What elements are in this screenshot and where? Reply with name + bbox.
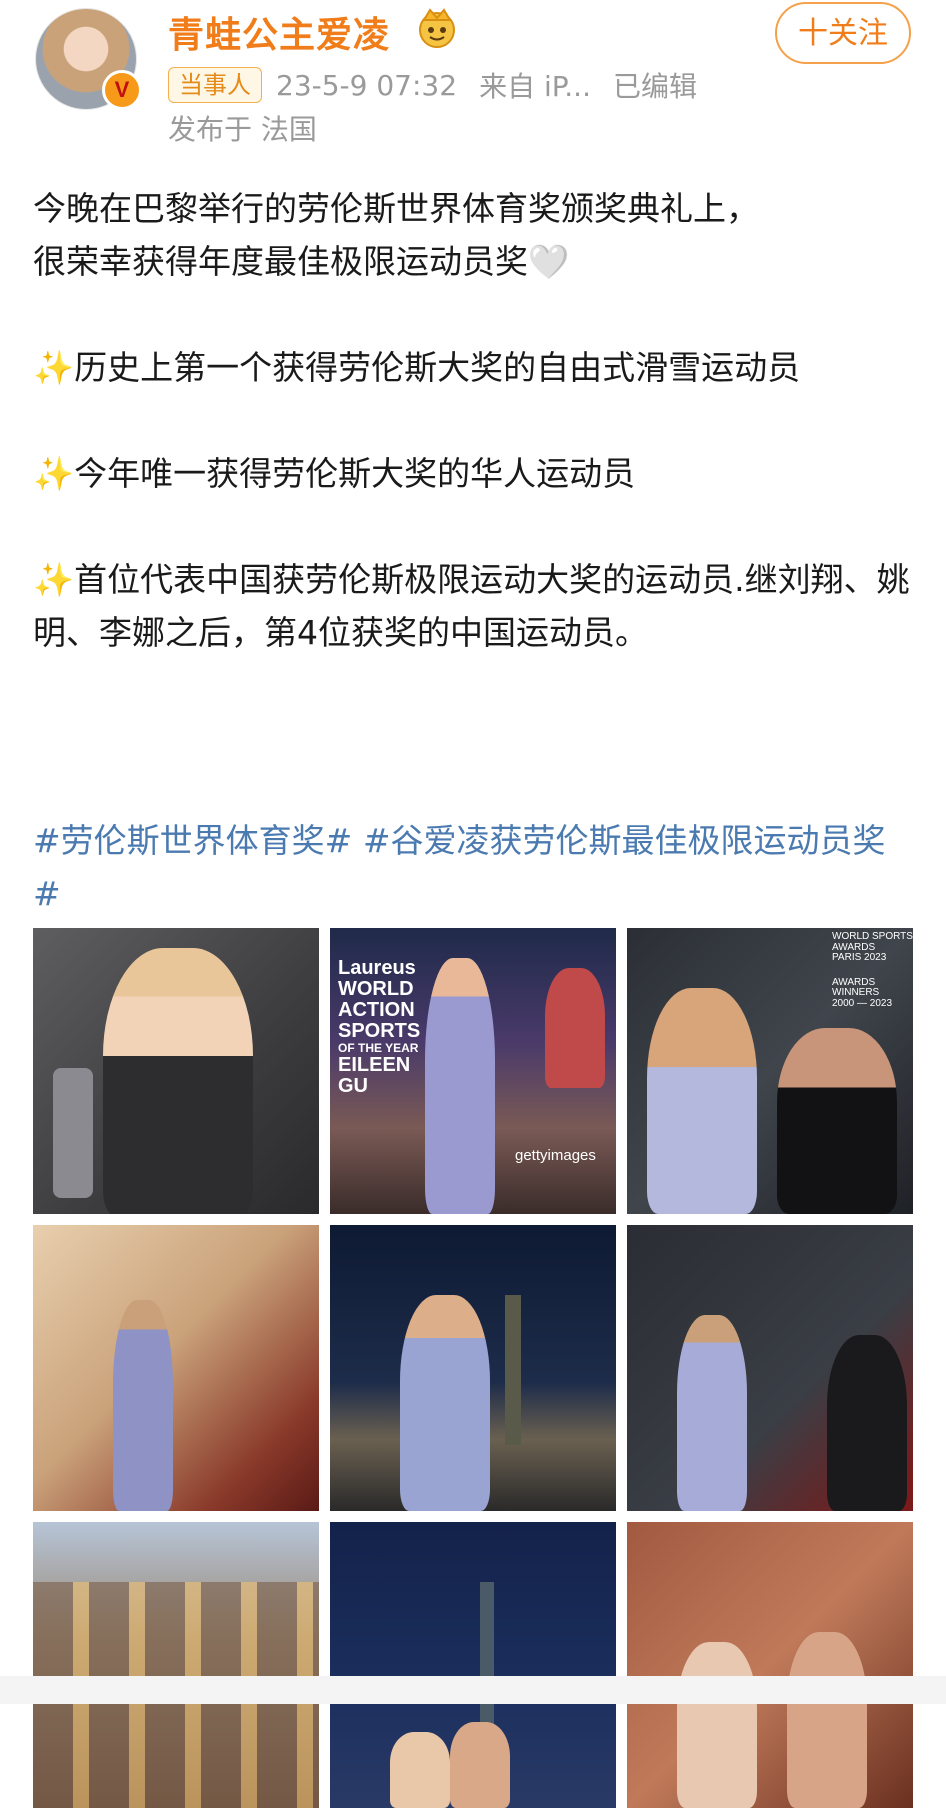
heart-emoji-icon: 🤍 bbox=[528, 242, 570, 281]
post-bullet: ✨首位代表中国获劳伦斯极限运动大奖的运动员.继刘翔、姚明、李娜之后，第4位获奖的… bbox=[33, 560, 910, 652]
photo-thumbnail[interactable] bbox=[627, 1225, 913, 1511]
role-badge: 当事人 bbox=[168, 67, 262, 103]
post-bullet: ✨今年唯一获得劳伦斯大奖的华人运动员 bbox=[33, 454, 636, 493]
post-body: 今晚在巴黎举行的劳伦斯世界体育奖颁奖典礼上， 很荣幸获得年度最佳极限运动员奖🤍 … bbox=[33, 182, 913, 659]
hashtag-link[interactable]: #劳伦斯世界体育奖# bbox=[33, 821, 352, 860]
photo-caption: WORLD SPORTS AWARDS PARIS 2023 AWARDS WI… bbox=[832, 931, 913, 1009]
timestamp: 23-5-9 07:32 bbox=[276, 68, 458, 102]
watermark: gettyimages bbox=[515, 1147, 596, 1164]
post-meta: 当事人 23-5-9 07:32 来自 iP... 已编辑 bbox=[168, 64, 719, 106]
photo-thumbnail[interactable] bbox=[330, 1522, 616, 1808]
photo-thumbnail[interactable]: Laureus WORLD ACTION SPORTS OF THE YEAR … bbox=[330, 928, 616, 1214]
sparkles-icon: ✨ bbox=[33, 560, 75, 599]
source-label[interactable]: 来自 iP... bbox=[479, 65, 591, 105]
bottom-bar bbox=[0, 1676, 946, 1704]
photo-thumbnail[interactable] bbox=[33, 928, 319, 1214]
photo-thumbnail[interactable] bbox=[33, 1522, 319, 1808]
post-line: 很荣幸获得年度最佳极限运动员奖🤍 bbox=[33, 242, 570, 281]
hashtag-line: #劳伦斯世界体育奖# #谷爱凌获劳伦斯最佳极限运动员奖# bbox=[33, 814, 913, 920]
photo-caption: Laureus WORLD ACTION SPORTS OF THE YEAR … bbox=[338, 957, 421, 1097]
photo-thumbnail[interactable] bbox=[330, 1225, 616, 1511]
post-bullet: ✨历史上第一个获得劳伦斯大奖的自由式滑雪运动员 bbox=[33, 348, 801, 387]
verified-badge-icon: V bbox=[102, 70, 142, 110]
edited-label[interactable]: 已编辑 bbox=[613, 65, 697, 105]
crown-icon bbox=[419, 8, 455, 48]
sparkles-icon: ✨ bbox=[33, 348, 75, 387]
photo-thumbnail[interactable] bbox=[33, 1225, 319, 1511]
follow-button[interactable]: 十关注 bbox=[775, 2, 911, 64]
username[interactable]: 青蛙公主爱凌 bbox=[168, 6, 390, 58]
location-label: 发布于 法国 bbox=[168, 113, 317, 146]
photo-thumbnail[interactable]: WORLD SPORTS AWARDS PARIS 2023 AWARDS WI… bbox=[627, 928, 913, 1214]
photo-thumbnail[interactable] bbox=[627, 1522, 913, 1808]
sparkles-icon: ✨ bbox=[33, 454, 75, 493]
post-line: 今晚在巴黎举行的劳伦斯世界体育奖颁奖典礼上， bbox=[33, 189, 759, 228]
post-header: V 青蛙公主爱凌 十关注 当事人 23-5-9 07:32 来自 iP... 已… bbox=[0, 0, 946, 160]
